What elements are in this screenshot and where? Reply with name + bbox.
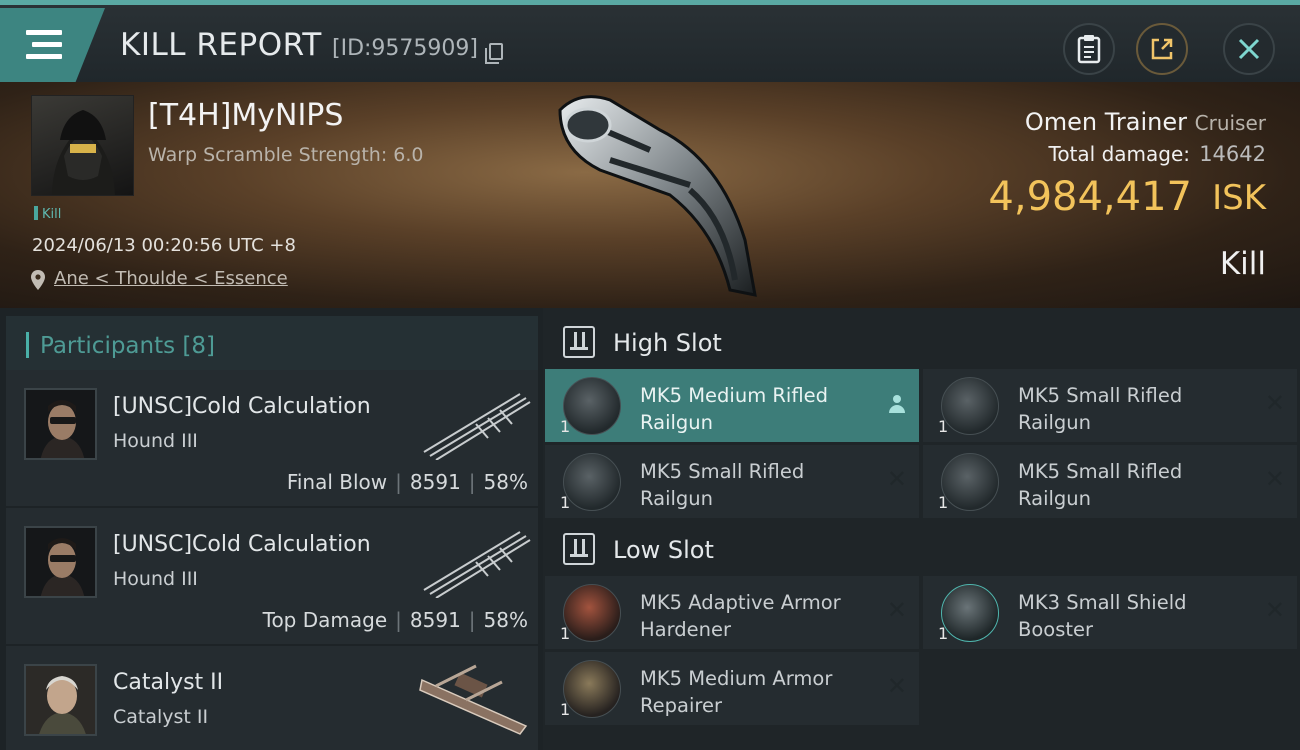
participants-label: Participants [8]	[40, 333, 216, 359]
total-damage-value: 14642	[1199, 142, 1266, 166]
module-item[interactable]: 1 MK5 Adaptive Armor Hardener ✕	[545, 576, 919, 649]
location-pin-icon	[31, 270, 45, 290]
participant-name[interactable]: [UNSC]Cold Calculation	[113, 532, 371, 557]
participant-stats: Final Blow | 8591 | 58%	[286, 470, 528, 494]
victim-panel: [T4H]MyNIPS Warp Scramble Strength: 6.0 …	[0, 82, 1300, 308]
clipboard-button[interactable]	[1063, 23, 1115, 75]
menu-icon	[26, 30, 62, 60]
close-icon: ✕	[1264, 389, 1285, 417]
module-name: MK3 Small Shield Booster	[1018, 591, 1187, 641]
clipboard-icon	[1077, 35, 1101, 64]
kill-result: Kill	[1219, 246, 1266, 282]
armor-hardener-icon	[563, 584, 621, 642]
participants-panel: Participants [8] [UNSC]Cold Calculation …	[0, 308, 543, 750]
participant-ship: Hound III	[113, 568, 198, 590]
person-icon	[889, 395, 905, 415]
module-item[interactable]: 1 MK5 Small Rifled Railgun ✕	[923, 445, 1297, 518]
module-name: MK5 Medium Rifled Railgun	[640, 384, 829, 434]
railgun-icon	[563, 377, 621, 435]
close-icon: ✕	[886, 596, 907, 624]
ship-name[interactable]: Omen Trainer Cruiser	[1025, 108, 1266, 136]
ship-image	[558, 95, 757, 297]
module-item[interactable]: 1 MK3 Small Shield Booster ✕	[923, 576, 1297, 649]
slot-icon	[563, 533, 595, 565]
railgun-icon	[941, 453, 999, 511]
total-damage-label: Total damage:	[1048, 142, 1191, 166]
ship-class: Cruiser	[1194, 111, 1266, 135]
participant-avatar	[24, 526, 97, 598]
shield-booster-icon	[941, 584, 999, 642]
armor-repairer-icon	[563, 660, 621, 718]
slot-icon	[563, 326, 595, 358]
participant-avatar	[24, 388, 97, 460]
participant-name[interactable]: [UNSC]Cold Calculation	[113, 394, 371, 419]
isk-value: 4,984,417	[988, 174, 1192, 220]
top-bar: KILL REPORT [ID:9575909]	[0, 0, 1300, 82]
module-name: MK5 Small Rifled Railgun	[1018, 384, 1183, 434]
copy-icon[interactable]	[485, 43, 503, 64]
ship-icon	[419, 664, 528, 735]
module-qty: 1	[560, 417, 571, 436]
module-qty: 1	[938, 624, 949, 643]
close-icon	[1238, 38, 1260, 60]
high-slot-header: High Slot	[543, 312, 1300, 372]
module-item[interactable]: 1 MK5 Medium Rifled Railgun	[545, 369, 919, 442]
module-name: MK5 Medium Armor Repairer	[640, 667, 833, 717]
module-qty: 1	[938, 417, 949, 436]
report-id: [ID:9575909]	[332, 36, 478, 61]
module-name: MK5 Small Rifled Railgun	[640, 460, 805, 510]
module-name: MK5 Small Rifled Railgun	[1018, 460, 1183, 510]
module-item[interactable]: 1 MK5 Small Rifled Railgun ✕	[545, 445, 919, 518]
close-icon: ✕	[886, 672, 907, 700]
railgun-icon	[563, 453, 621, 511]
kill-datetime: 2024/06/13 00:20:56 UTC +8	[32, 235, 296, 256]
victim-name[interactable]: [T4H]MyNIPS	[148, 98, 343, 133]
participant-row[interactable]: Catalyst II Catalyst II	[6, 646, 538, 750]
isk-unit: ISK	[1212, 178, 1266, 218]
close-button[interactable]	[1223, 23, 1275, 75]
participant-avatar	[24, 664, 97, 736]
participant-ship: Hound III	[113, 430, 198, 452]
high-slot-label: High Slot	[613, 329, 722, 357]
page-title: KILL REPORT	[120, 27, 322, 63]
module-qty: 1	[560, 700, 571, 719]
participant-name[interactable]: Catalyst II	[113, 670, 223, 695]
location-link[interactable]: Ane < Thoulde < Essence	[54, 268, 288, 289]
participant-row[interactable]: [UNSC]Cold Calculation Hound III Top Dam…	[6, 508, 538, 644]
weapon-icon	[423, 531, 531, 598]
participant-stats: Top Damage | 8591 | 58%	[262, 608, 528, 632]
close-icon: ✕	[1264, 465, 1285, 493]
low-slot-label: Low Slot	[613, 536, 714, 564]
participants-header: Participants [8]	[6, 316, 538, 374]
module-qty: 1	[560, 624, 571, 643]
module-qty: 1	[560, 493, 571, 512]
share-icon	[1151, 38, 1173, 60]
fitting-panel: High Slot 1 MK5 Medium Rifled Railgun 1 …	[543, 308, 1300, 750]
menu-button[interactable]	[0, 8, 105, 82]
module-item[interactable]: 1 MK5 Small Rifled Railgun ✕	[923, 369, 1297, 442]
participant-ship: Catalyst II	[113, 706, 209, 728]
module-name: MK5 Adaptive Armor Hardener	[640, 591, 841, 641]
close-icon: ✕	[1264, 596, 1285, 624]
share-button[interactable]	[1136, 23, 1188, 75]
low-slot-header: Low Slot	[543, 519, 1300, 579]
close-icon: ✕	[886, 465, 907, 493]
victim-avatar[interactable]	[31, 95, 134, 196]
module-item[interactable]: 1 MK5 Medium Armor Repairer ✕	[545, 652, 919, 725]
railgun-icon	[941, 377, 999, 435]
participant-row[interactable]: [UNSC]Cold Calculation Hound III Final B…	[6, 370, 538, 506]
warp-scramble-strength: Warp Scramble Strength: 6.0	[148, 144, 424, 166]
module-qty: 1	[938, 493, 949, 512]
kill-tag: Kill	[34, 206, 61, 222]
weapon-icon	[423, 393, 531, 460]
